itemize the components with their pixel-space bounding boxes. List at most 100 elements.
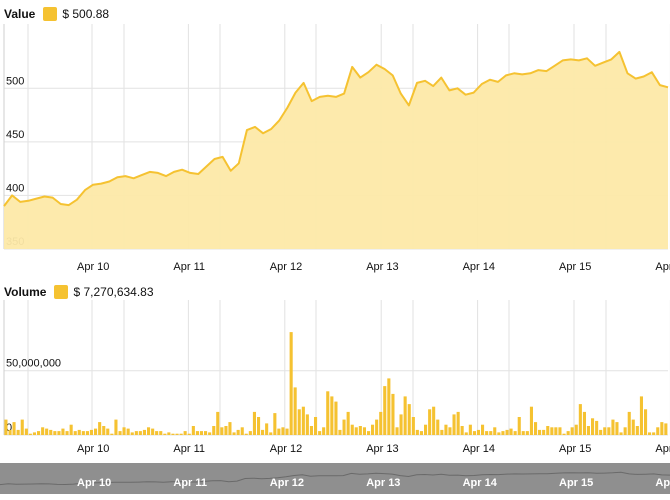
volume-bar[interactable]: [318, 431, 322, 435]
volume-bar[interactable]: [411, 417, 415, 435]
volume-bar[interactable]: [415, 429, 419, 435]
volume-bar[interactable]: [338, 429, 342, 435]
volume-bar[interactable]: [248, 431, 252, 435]
volume-bar[interactable]: [472, 431, 476, 435]
volume-bar[interactable]: [534, 422, 538, 435]
volume-bar[interactable]: [611, 419, 615, 435]
volume-bar[interactable]: [554, 427, 558, 435]
volume-bar[interactable]: [354, 427, 358, 435]
volume-bar[interactable]: [375, 419, 379, 435]
volume-bar[interactable]: [240, 427, 244, 435]
volume-bar[interactable]: [118, 431, 122, 435]
volume-bar[interactable]: [134, 431, 138, 435]
volume-bar[interactable]: [191, 426, 195, 435]
volume-bar[interactable]: [81, 431, 85, 435]
volume-bar[interactable]: [204, 431, 208, 435]
volume-bar[interactable]: [485, 431, 489, 435]
volume-bar[interactable]: [452, 414, 456, 435]
volume-bar[interactable]: [130, 432, 134, 435]
volume-bar[interactable]: [8, 429, 12, 435]
volume-bar[interactable]: [379, 411, 383, 435]
volume-bar[interactable]: [509, 428, 513, 435]
volume-bar[interactable]: [456, 411, 460, 435]
volume-bar[interactable]: [220, 427, 224, 435]
volume-bar[interactable]: [216, 411, 220, 435]
volume-bar[interactable]: [69, 424, 73, 435]
volume-bar[interactable]: [4, 419, 8, 435]
volume-bar[interactable]: [595, 420, 599, 435]
volume-bar[interactable]: [615, 422, 619, 435]
volume-bar[interactable]: [57, 431, 61, 435]
volume-bar[interactable]: [538, 429, 542, 435]
volume-bar[interactable]: [383, 386, 387, 435]
volume-bar[interactable]: [110, 433, 114, 435]
volume-bar[interactable]: [65, 431, 69, 435]
volume-bar[interactable]: [432, 406, 436, 435]
volume-bar[interactable]: [273, 413, 277, 435]
volume-bar[interactable]: [464, 432, 468, 435]
volume-bar[interactable]: [265, 423, 269, 435]
volume-bar[interactable]: [525, 431, 529, 435]
volume-bar[interactable]: [106, 428, 110, 435]
volume-bar[interactable]: [562, 433, 566, 435]
volume-bar[interactable]: [73, 431, 77, 435]
volume-bar[interactable]: [85, 431, 89, 435]
volume-bar[interactable]: [32, 432, 36, 435]
volume-bar[interactable]: [326, 391, 330, 435]
volume-bar[interactable]: [521, 431, 525, 435]
volume-bar[interactable]: [505, 429, 509, 435]
volume-bar[interactable]: [493, 427, 497, 435]
volume-bar[interactable]: [436, 419, 440, 435]
volume-bar[interactable]: [301, 406, 305, 435]
volume-bar[interactable]: [28, 433, 32, 435]
volume-bar[interactable]: [635, 426, 639, 435]
volume-panel[interactable]: 050,000,000Apr 10 Apr 11 Apr 12 Apr 13 Apr 1…: [3, 300, 670, 455]
volume-bar[interactable]: [481, 424, 485, 435]
volume-bar[interactable]: [309, 426, 313, 435]
volume-bar[interactable]: [387, 378, 391, 435]
volume-bar[interactable]: [558, 427, 562, 435]
volume-bar[interactable]: [41, 427, 45, 435]
volume-bar[interactable]: [566, 431, 570, 435]
volume-bar[interactable]: [497, 432, 501, 435]
volume-bar[interactable]: [98, 422, 102, 435]
volume-bar[interactable]: [660, 422, 664, 435]
volume-bar[interactable]: [656, 427, 660, 435]
volume-bar[interactable]: [257, 417, 261, 435]
volume-bar[interactable]: [330, 396, 334, 435]
volume-bar[interactable]: [53, 431, 57, 435]
volume-bar[interactable]: [468, 424, 472, 435]
volume-bar[interactable]: [627, 411, 631, 435]
volume-bar[interactable]: [61, 428, 65, 435]
volume-bar[interactable]: [476, 429, 480, 435]
volume-bar[interactable]: [179, 433, 183, 435]
volume-bar[interactable]: [631, 419, 635, 435]
volume-bar[interactable]: [399, 414, 403, 435]
volume-bar[interactable]: [281, 427, 285, 435]
volume-bar[interactable]: [603, 427, 607, 435]
stock-chart[interactable]: 350400450500Apr 10Apr 11Apr 12Apr 13Apr …: [0, 0, 670, 500]
volume-bar[interactable]: [607, 427, 611, 435]
volume-bar[interactable]: [358, 426, 362, 435]
volume-bar[interactable]: [322, 427, 326, 435]
volume-bar[interactable]: [183, 431, 187, 435]
volume-bar[interactable]: [77, 429, 81, 435]
volume-bar[interactable]: [574, 424, 578, 435]
volume-bar[interactable]: [285, 428, 289, 435]
value-panel[interactable]: 350400450500Apr 10Apr 11Apr 12Apr 13Apr …: [3, 24, 670, 273]
volume-bar[interactable]: [529, 406, 533, 435]
volume-bar[interactable]: [371, 424, 375, 435]
volume-bar[interactable]: [424, 424, 428, 435]
volume-bar[interactable]: [501, 431, 505, 435]
volume-bar[interactable]: [37, 431, 41, 435]
volume-bar[interactable]: [448, 427, 452, 435]
volume-bar[interactable]: [49, 429, 53, 435]
volume-bar[interactable]: [159, 431, 163, 435]
volume-bar[interactable]: [151, 428, 155, 435]
volume-bar[interactable]: [269, 432, 273, 435]
volume-bar[interactable]: [342, 419, 346, 435]
volume-bar[interactable]: [619, 432, 623, 435]
volume-bar[interactable]: [12, 422, 16, 435]
volume-bar[interactable]: [367, 431, 371, 435]
volume-bar[interactable]: [114, 419, 118, 435]
